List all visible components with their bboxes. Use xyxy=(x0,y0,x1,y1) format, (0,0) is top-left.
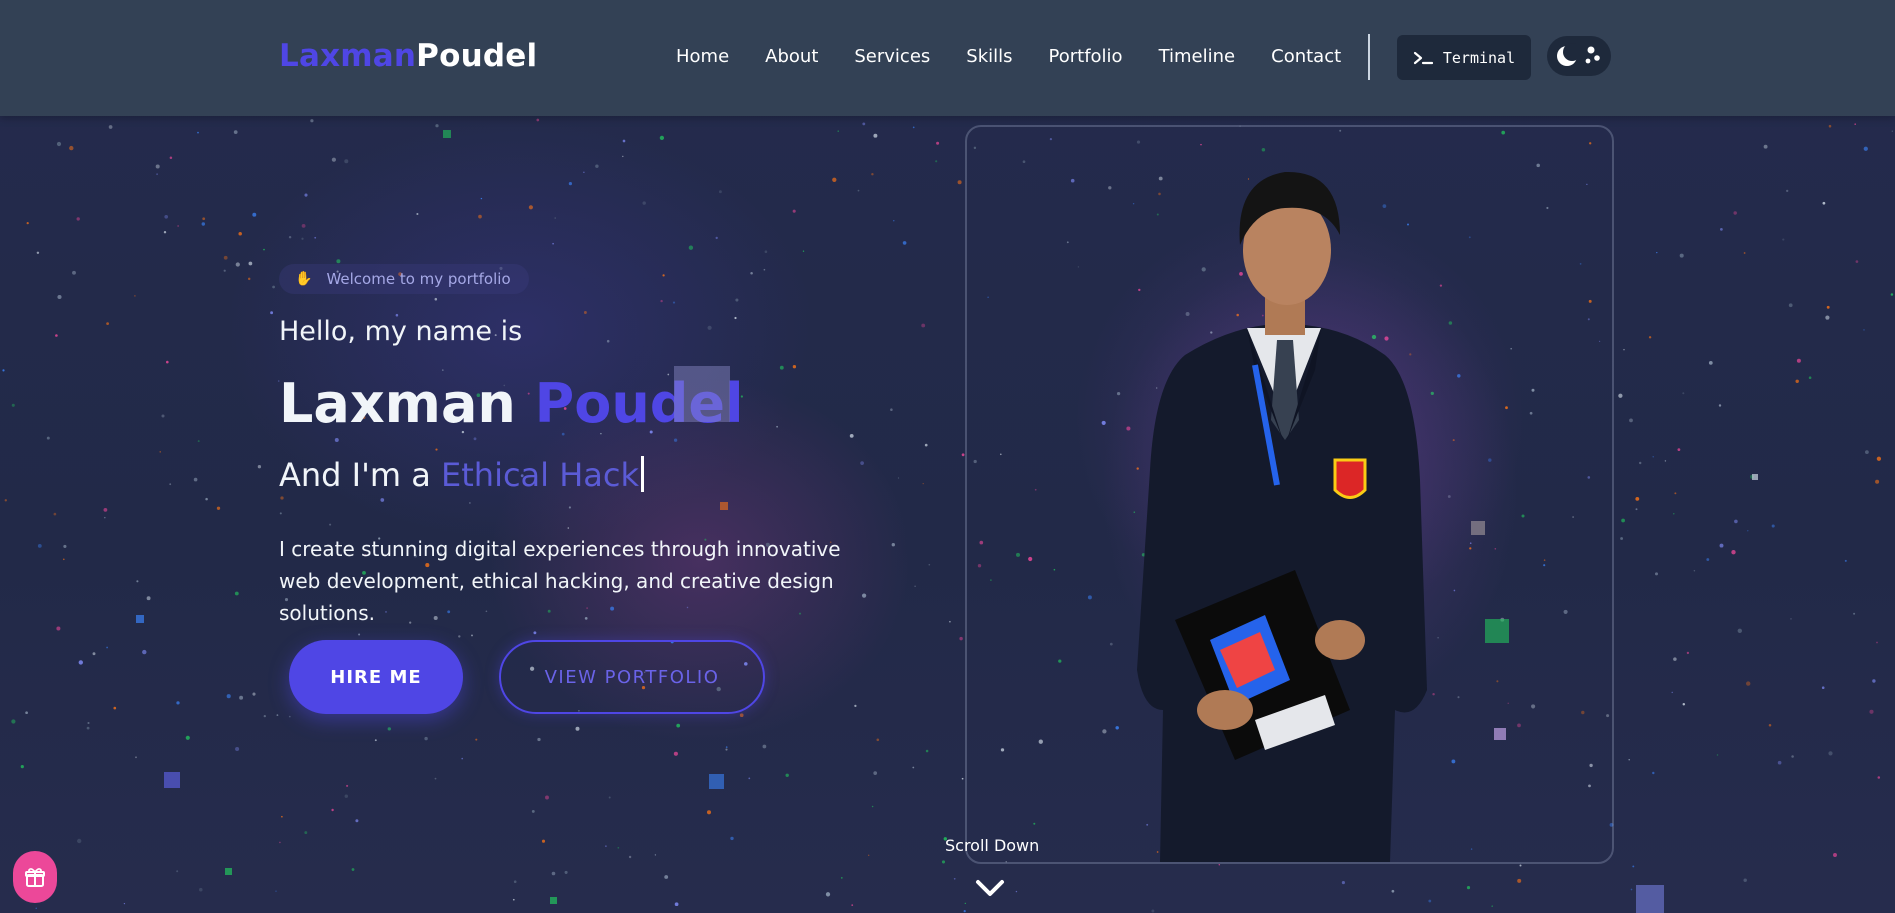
hire-me-button[interactable]: HIRE ME xyxy=(289,640,463,714)
profile-photo xyxy=(1137,171,1427,862)
logo-last: Poudel xyxy=(416,38,538,74)
role-prefix: And I'm a xyxy=(279,456,431,494)
nav-contact[interactable]: Contact xyxy=(1271,46,1341,67)
terminal-icon xyxy=(1413,51,1433,64)
terminal-label: Terminal xyxy=(1442,48,1516,67)
decorative-square xyxy=(674,366,730,422)
theme-toggle[interactable] xyxy=(1547,36,1611,76)
hello-text: Hello, my name is xyxy=(279,316,523,347)
view-portfolio-button[interactable]: VIEW PORTFOLIO xyxy=(499,640,765,714)
name-first: Laxman xyxy=(279,372,516,435)
logo-first: Laxman xyxy=(279,38,417,74)
nav-about[interactable]: About xyxy=(765,46,818,67)
welcome-badge: ✋ Welcome to my portfolio xyxy=(279,264,529,294)
gift-button[interactable] xyxy=(13,851,57,903)
nav-skills[interactable]: Skills xyxy=(966,46,1012,67)
typing-cursor xyxy=(641,456,645,492)
waving-hand-icon: ✋ xyxy=(295,271,313,287)
gift-icon xyxy=(25,868,45,887)
chevron-down-icon[interactable] xyxy=(975,878,1005,902)
nav-services[interactable]: Services xyxy=(854,46,930,67)
nav-home[interactable]: Home xyxy=(676,46,729,67)
welcome-text: Welcome to my portfolio xyxy=(326,270,511,288)
role-typed: Ethical Hack xyxy=(441,456,640,494)
nav-links: Home About Services Skills Portfolio Tim… xyxy=(676,46,1377,67)
navbar: LaxmanPoudel Home About Services Skills … xyxy=(0,0,1895,116)
role-line: And I'm a Ethical Hack xyxy=(279,456,645,494)
scroll-down-label: Scroll Down xyxy=(945,836,1040,855)
nav-divider xyxy=(1368,34,1370,80)
moon-icon xyxy=(1557,43,1600,66)
site-logo[interactable]: LaxmanPoudel xyxy=(279,38,537,74)
terminal-button[interactable]: Terminal xyxy=(1397,35,1531,80)
nav-timeline[interactable]: Timeline xyxy=(1159,46,1236,67)
hero-description: I create stunning digital experiences th… xyxy=(279,537,841,625)
nav-portfolio[interactable]: Portfolio xyxy=(1049,46,1123,67)
